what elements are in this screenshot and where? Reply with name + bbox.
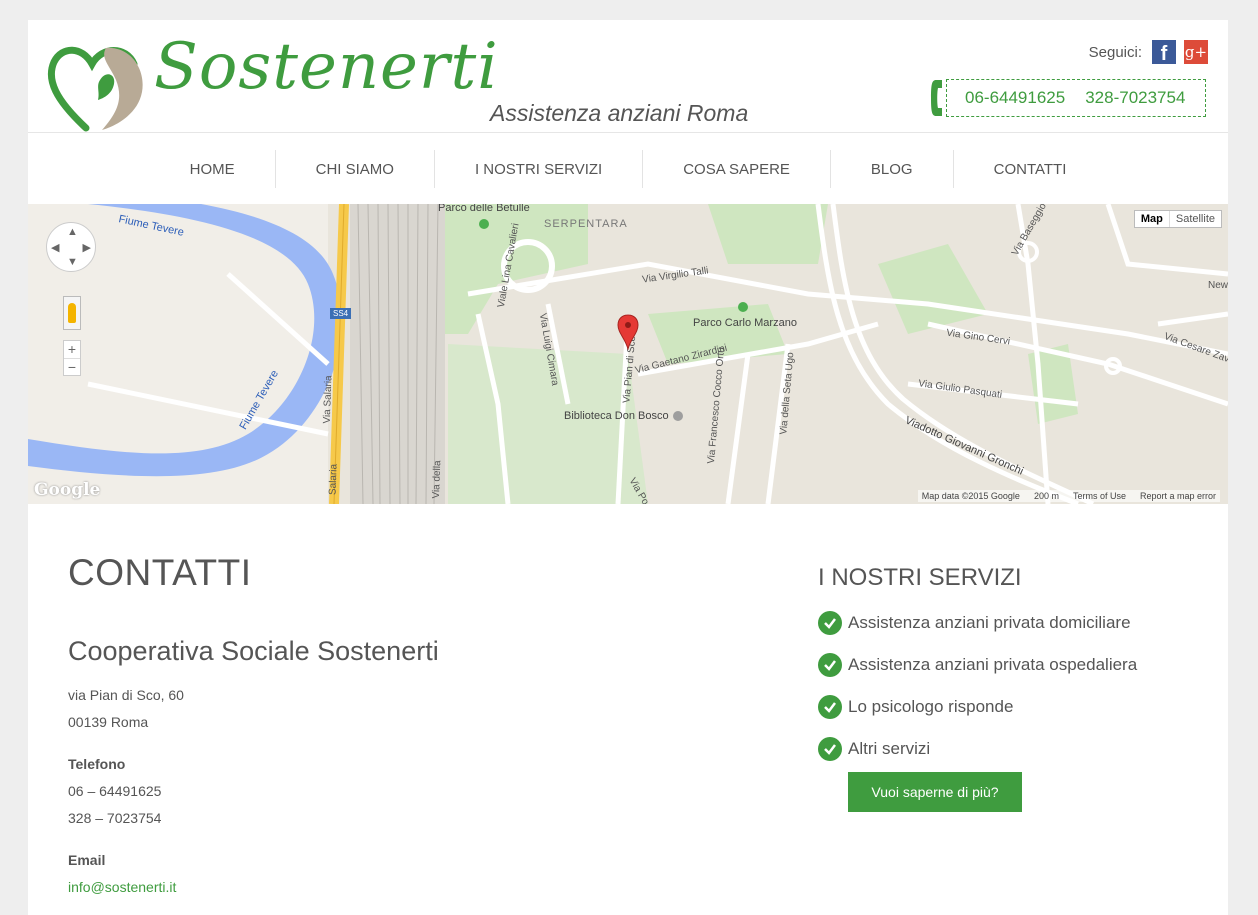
map-label-parco-betulle: Parco delle Betulle [438, 204, 530, 214]
address-line-2: 00139 Roma [68, 714, 149, 730]
google-logo[interactable]: Google [34, 480, 100, 500]
nav-item-blog[interactable]: BLOG [829, 150, 953, 188]
nav-item-contatti[interactable]: CONTATTI [952, 150, 1107, 188]
org-name: Cooperativa Sociale Sostenerti [68, 636, 439, 666]
tagline: Assistenza anziani Roma [490, 100, 749, 126]
zoom-control: + − [63, 340, 81, 376]
contact-phone-2: 328 – 7023754 [68, 810, 162, 826]
pan-right-icon[interactable]: ▶ [83, 241, 91, 254]
learn-more-button[interactable]: Vuoi saperne di più? [848, 772, 1022, 812]
service-label[interactable]: Assistenza anziani privata ospedaliera [848, 655, 1137, 675]
pan-left-icon[interactable]: ◀ [51, 241, 59, 254]
map-data-text: Map data ©2015 Google [921, 491, 1020, 501]
pegman-icon[interactable] [63, 296, 81, 330]
checkmark-icon [818, 737, 842, 761]
social-label: Seguici: [1088, 43, 1142, 61]
service-item[interactable]: Assistenza anziani privata domiciliare [818, 602, 1137, 644]
services-list: Assistenza anziani privata domiciliare A… [818, 602, 1137, 770]
services-heading: I NOSTRI SERVIZI [818, 564, 1022, 591]
phone-box: 06-64491625 328-7023754 [946, 79, 1206, 117]
map-label-salaria: Salaria [327, 463, 340, 496]
map-label-new: New [1208, 280, 1228, 291]
header-phone-2[interactable]: 328-7023754 [1085, 88, 1185, 108]
zoom-in-button[interactable]: + [64, 341, 80, 358]
terms-link[interactable]: Terms of Use [1073, 491, 1126, 501]
address-line-1: via Pian di Sco, 60 [68, 687, 184, 703]
service-item[interactable]: Lo psicologo risponde [818, 686, 1137, 728]
contact-phone-1: 06 – 64491625 [68, 783, 162, 799]
map-footer: Map data ©2015 Google 200 m Terms of Use… [917, 490, 1220, 502]
logo-text[interactable]: Sostenerti [154, 30, 499, 104]
phone-label: Telefono [68, 756, 126, 772]
map-ss4-shield: SS4 [330, 308, 352, 319]
nav-item-chi-siamo[interactable]: CHI SIAMO [274, 150, 434, 188]
header-divider [28, 132, 1228, 133]
service-item[interactable]: Altri servizi [818, 728, 1137, 770]
checkmark-icon [818, 695, 842, 719]
email-label: Email [68, 852, 106, 868]
checkmark-icon [818, 653, 842, 677]
map-label-serpentara: SERPENTARA [544, 218, 628, 230]
nav-item-cosa-sapere[interactable]: COSA SAPERE [642, 150, 830, 188]
map-label-biblioteca: Biblioteca Don Bosco [564, 410, 669, 422]
pan-down-icon[interactable]: ▼ [67, 256, 78, 268]
logo-icon[interactable] [46, 40, 156, 132]
contact-details: via Pian di Sco, 60 00139 Roma Telefono … [68, 682, 184, 901]
map-label-parco-marzano: Parco Carlo Marzano [693, 317, 797, 329]
nav-item-home[interactable]: HOME [150, 150, 275, 188]
email-link[interactable]: info@sostenerti.it [68, 874, 184, 901]
zoom-out-button[interactable]: − [64, 358, 80, 376]
service-label[interactable]: Lo psicologo risponde [848, 697, 1013, 717]
report-error-link[interactable]: Report a map error [1140, 491, 1216, 501]
page: Sostenerti Assistenza anziani Roma Segui… [28, 20, 1228, 915]
map-scale: 200 m [1033, 491, 1059, 501]
main-nav: HOME CHI SIAMO I NOSTRI SERVIZI COSA SAP… [28, 150, 1228, 190]
map-type-satellite-button[interactable]: Satellite [1170, 211, 1221, 227]
facebook-icon[interactable]: f [1152, 40, 1176, 64]
checkmark-icon [818, 611, 842, 635]
social-links: Seguici: f g+ [1089, 40, 1208, 64]
header-phone-1[interactable]: 06-64491625 [965, 88, 1065, 108]
service-label[interactable]: Assistenza anziani privata domiciliare [848, 613, 1131, 633]
map-marker-icon[interactable] [617, 314, 639, 350]
map-label-via-salaria: Via Salaria [321, 375, 335, 424]
map-label-via-della: Via della [430, 460, 444, 499]
page-title: CONTATTI [68, 552, 252, 593]
pan-up-icon[interactable]: ▲ [67, 226, 78, 238]
map-pan-control[interactable]: ▲ ▼ ◀ ▶ [46, 222, 96, 272]
google-map[interactable]: Fiume Tevere Fiume Tevere Parco delle Be… [28, 204, 1228, 504]
map-type-map-button[interactable]: Map [1135, 211, 1170, 227]
map-type-control: Map Satellite [1133, 210, 1222, 228]
phone-icon [931, 80, 942, 116]
service-item[interactable]: Assistenza anziani privata ospedaliera [818, 644, 1137, 686]
google-plus-icon[interactable]: g+ [1184, 40, 1208, 64]
nav-item-servizi[interactable]: I NOSTRI SERVIZI [433, 150, 642, 188]
service-label[interactable]: Altri servizi [848, 739, 930, 759]
